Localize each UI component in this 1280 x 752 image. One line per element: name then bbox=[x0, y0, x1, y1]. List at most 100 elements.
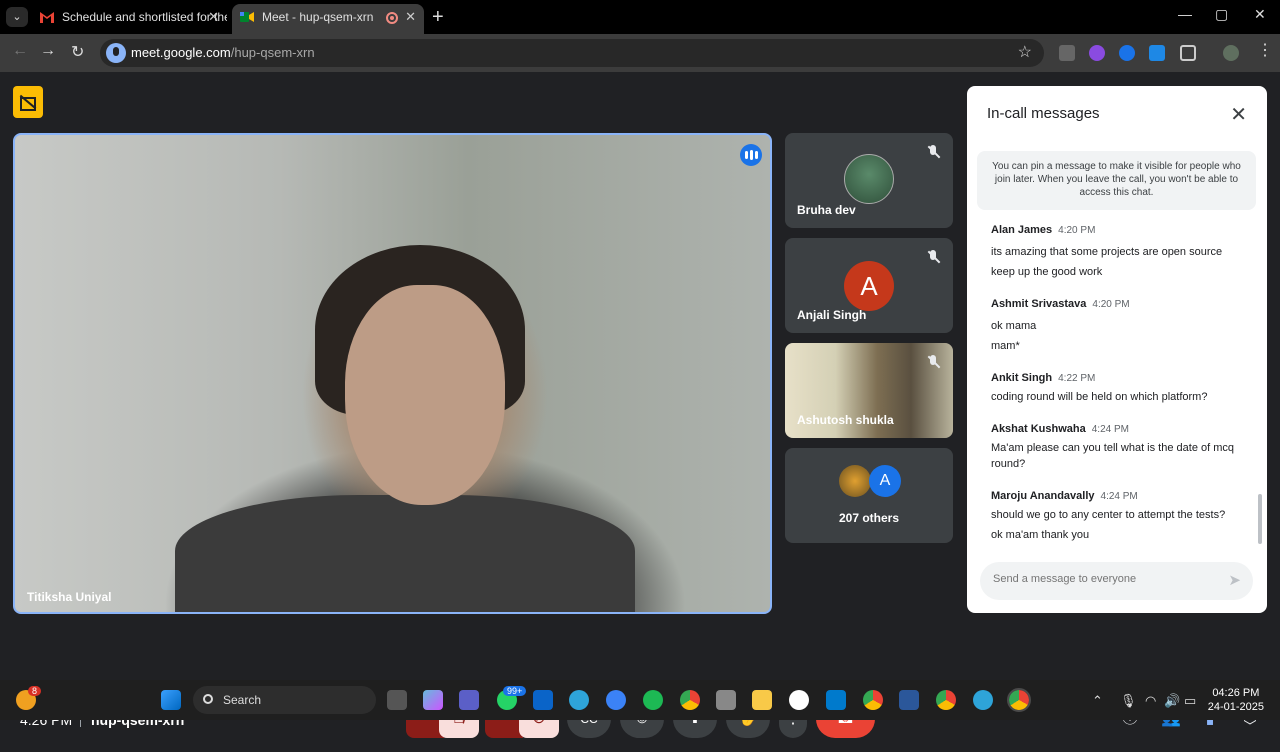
chatgpt-icon[interactable] bbox=[789, 690, 809, 710]
search-icon bbox=[203, 694, 213, 704]
outlook-icon[interactable] bbox=[533, 690, 553, 710]
message-sender: Maroju Anandavally bbox=[991, 490, 1095, 502]
chevron-up-icon[interactable]: ⌃ bbox=[1092, 693, 1103, 709]
close-tab-icon[interactable]: ✕ bbox=[405, 4, 416, 30]
windows-taskbar: 8 Search 99+ ⌃ 🎙 ◠ 🔊 ▭ 04:26 PM 24-01-20… bbox=[0, 680, 1280, 720]
task-view-icon[interactable] bbox=[387, 690, 407, 710]
extension-icon[interactable] bbox=[1149, 45, 1165, 61]
microphone-icon[interactable]: 🎙 bbox=[1120, 693, 1137, 709]
url-host: meet.google.com bbox=[131, 45, 231, 60]
close-window-icon[interactable]: ✕ bbox=[1254, 6, 1266, 23]
app-icon[interactable] bbox=[606, 690, 626, 710]
tab-meet[interactable]: Meet - hup-qsem-xrn ✕ bbox=[232, 4, 424, 34]
tab-title: Schedule and shortlisted for the bbox=[62, 10, 227, 24]
gmail-icon bbox=[40, 12, 54, 23]
bookmark-star-icon[interactable]: ☆ bbox=[1018, 42, 1032, 62]
message-time: 4:20 PM bbox=[1058, 225, 1096, 236]
chrome-icon[interactable] bbox=[936, 690, 956, 710]
message-time: 4:24 PM bbox=[1100, 491, 1138, 502]
participant-tile[interactable]: Ashutosh shukla bbox=[785, 343, 953, 438]
extension-icon[interactable] bbox=[1059, 45, 1075, 61]
message-time: 4:22 PM bbox=[1058, 373, 1096, 384]
taskbar-search[interactable]: Search bbox=[193, 686, 376, 714]
chrome-icon[interactable] bbox=[1007, 688, 1031, 712]
message-sender: Ankit Singh bbox=[991, 372, 1053, 384]
volume-icon[interactable]: 🔊 bbox=[1164, 693, 1180, 709]
speaking-indicator-icon bbox=[740, 144, 762, 166]
extension-icon[interactable] bbox=[1119, 45, 1135, 61]
chat-info-note: You can pin a message to make it visible… bbox=[977, 151, 1256, 210]
clock-date: 24-01-2025 bbox=[1207, 701, 1264, 713]
word-icon[interactable] bbox=[899, 690, 919, 710]
recording-icon bbox=[386, 12, 398, 24]
extensions-puzzle-icon[interactable] bbox=[1180, 45, 1196, 61]
kebab-menu-icon[interactable]: ⋮ bbox=[1257, 40, 1273, 60]
chat-message: Ashmit Srivastava 4:20 PM ok mama mam* bbox=[991, 294, 1251, 354]
maximize-icon[interactable]: ▢ bbox=[1215, 6, 1228, 23]
message-input[interactable] bbox=[993, 573, 1213, 585]
send-icon[interactable]: ➤ bbox=[1228, 571, 1241, 589]
message-text: ok ma'am thank you bbox=[991, 529, 1090, 541]
message-input-box[interactable]: ➤ bbox=[980, 562, 1253, 600]
tab-title: Meet - hup-qsem-xrn bbox=[262, 10, 374, 24]
vscode-icon[interactable] bbox=[826, 690, 846, 710]
new-tab-button[interactable]: + bbox=[432, 6, 444, 29]
message-text: its amazing that some projects are open … bbox=[991, 246, 1223, 258]
extension-icon[interactable] bbox=[1089, 45, 1105, 61]
tab-gmail[interactable]: Schedule and shortlisted for the ✕ bbox=[32, 4, 227, 34]
browser-toolbar: ← → ↻ meet.google.com/hup-qsem-xrn ☆ ⋮ bbox=[0, 34, 1280, 72]
reload-icon[interactable]: ↻ bbox=[71, 42, 84, 62]
message-time: 4:24 PM bbox=[1091, 424, 1129, 435]
message-list: Alan James 4:20 PM its amazing that some … bbox=[991, 220, 1251, 553]
copilot-icon[interactable] bbox=[423, 690, 443, 710]
browser-tab-strip: ⌄ Schedule and shortlisted for the ✕ Mee… bbox=[0, 0, 1280, 34]
message-sender: Alan James bbox=[991, 224, 1053, 236]
wifi-icon[interactable]: ◠ bbox=[1145, 693, 1156, 709]
participant-name: Bruha dev bbox=[797, 203, 856, 217]
participant-name: Ashutosh shukla bbox=[797, 413, 894, 427]
taskbar-clock[interactable]: 04:26 PM 24-01-2025 bbox=[1208, 686, 1264, 714]
message-text: ok mama bbox=[991, 320, 1037, 332]
windows-start-icon[interactable] bbox=[161, 690, 181, 710]
chat-scrollbar[interactable] bbox=[1258, 494, 1262, 544]
panel-title: In-call messages bbox=[987, 105, 1100, 122]
avatar bbox=[839, 465, 871, 497]
edge-icon[interactable] bbox=[569, 690, 589, 710]
close-tab-icon[interactable]: ✕ bbox=[208, 4, 219, 30]
others-tile[interactable]: A 207 others bbox=[785, 448, 953, 543]
app-icon[interactable] bbox=[716, 690, 736, 710]
message-sender: Ashmit Srivastava bbox=[991, 298, 1087, 310]
microphone-in-use-icon[interactable] bbox=[106, 43, 126, 63]
main-speaker-tile[interactable]: Titiksha Uniyal bbox=[13, 133, 772, 614]
profile-avatar[interactable] bbox=[1223, 45, 1239, 61]
url-path: /hup-qsem-xrn bbox=[230, 45, 315, 60]
chrome-icon[interactable] bbox=[863, 690, 883, 710]
chat-message: Maroju Anandavally 4:24 PM should we go t… bbox=[991, 486, 1251, 543]
camera-off-indicator-icon[interactable] bbox=[13, 86, 43, 118]
forward-arrow-icon[interactable]: → bbox=[40, 42, 56, 60]
mic-off-icon bbox=[925, 354, 941, 370]
message-text: Ma'am please can you tell what is the da… bbox=[991, 442, 1235, 470]
minimize-icon[interactable]: — bbox=[1178, 6, 1192, 22]
edge-icon[interactable] bbox=[973, 690, 993, 710]
teams-icon[interactable] bbox=[459, 690, 479, 710]
back-arrow-icon[interactable]: ← bbox=[12, 42, 28, 60]
tab-search-menu-button[interactable]: ⌄ bbox=[6, 7, 28, 27]
chrome-icon[interactable] bbox=[680, 690, 700, 710]
message-text: coding round will be held on which platf… bbox=[991, 391, 1208, 403]
avatar: A bbox=[869, 465, 901, 497]
chat-message: Ankit Singh 4:22 PM coding round will be … bbox=[991, 368, 1251, 405]
close-icon[interactable]: ✕ bbox=[1230, 102, 1247, 127]
avatar: A bbox=[844, 261, 894, 311]
address-bar[interactable]: meet.google.com/hup-qsem-xrn ☆ bbox=[100, 39, 1044, 67]
participant-tile[interactable]: A Anjali Singh bbox=[785, 238, 953, 333]
chat-message: Alan James 4:20 PM its amazing that some … bbox=[991, 220, 1251, 280]
battery-icon[interactable]: ▭ bbox=[1184, 693, 1196, 709]
participant-tile[interactable]: Bruha dev bbox=[785, 133, 953, 228]
clock-time: 04:26 PM bbox=[1212, 687, 1260, 699]
url-text: meet.google.com/hup-qsem-xrn bbox=[131, 45, 315, 60]
others-count-label: 207 others bbox=[838, 511, 900, 525]
message-text: should we go to any center to attempt th… bbox=[991, 509, 1226, 521]
file-explorer-icon[interactable] bbox=[752, 690, 772, 710]
spotify-icon[interactable] bbox=[643, 690, 663, 710]
